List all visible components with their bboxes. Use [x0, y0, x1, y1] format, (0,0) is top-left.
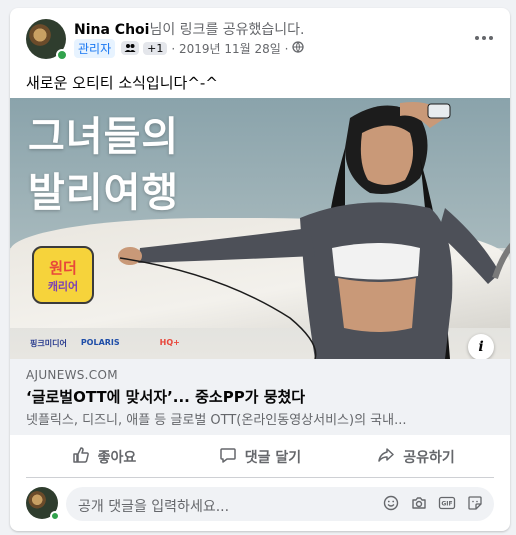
like-button[interactable]: 좋아요: [26, 439, 182, 475]
more-options-icon[interactable]: [470, 26, 498, 50]
post-meta: 관리자 +1 · 2019년 11월 28일 ·: [74, 38, 305, 58]
image-title-line1: 그녀들의: [28, 114, 180, 160]
show-logo: 원더 캐리어: [32, 246, 94, 304]
link-preview-image[interactable]: 그녀들의 발리여행 원더 캐리어 핑크미디어 POLARIS HQ+ i: [10, 98, 510, 359]
logo-line2: 캐리어: [47, 279, 79, 293]
thumbs-up-icon: [72, 446, 90, 468]
svg-text:GIF: GIF: [441, 501, 452, 508]
plus-count-badge[interactable]: +1: [143, 41, 168, 55]
comment-button[interactable]: 댓글 달기: [182, 439, 338, 475]
online-status-dot: [56, 49, 68, 61]
post-text: 새로운 오티티 소식입니다^-^: [26, 74, 218, 92]
globe-icon[interactable]: [292, 40, 305, 56]
admin-badge: 관리자: [74, 38, 116, 58]
speech-bubble-icon: [219, 446, 237, 468]
link-preview-meta[interactable]: AJUNEWS.COM ‘글로벌OTT에 맞서자’... 중소PP가 뭉쳤다 넷…: [10, 359, 510, 435]
share-action-text: 님이 링크를 공유했습니다.: [149, 22, 305, 38]
sponsor-2: POLARIS: [80, 338, 120, 347]
post-header: Nina Choi님이 링크를 공유했습니다. 관리자 +1 · 2019년 1…: [10, 8, 510, 66]
logo-line1: 원더: [49, 258, 77, 277]
group-icon[interactable]: [121, 41, 140, 55]
post-card: Nina Choi님이 링크를 공유했습니다. 관리자 +1 · 2019년 1…: [10, 8, 510, 531]
like-label: 좋아요: [97, 450, 137, 466]
current-user-online-dot: [50, 511, 60, 521]
sponsor-3: HQ+: [159, 338, 180, 347]
gif-icon[interactable]: GIF: [438, 494, 456, 512]
comment-placeholder: 공개 댓글을 입력하세요...: [78, 499, 230, 515]
link-title[interactable]: ‘글로벌OTT에 맞서자’... 중소PP가 뭉쳤다: [26, 386, 305, 407]
sponsor-1: 핑크미디어: [30, 339, 67, 348]
camera-icon[interactable]: [410, 494, 428, 512]
link-domain: AJUNEWS.COM: [26, 368, 118, 382]
actions-divider: [26, 477, 494, 478]
image-title-line2: 발리여행: [28, 170, 180, 216]
link-description: 넷플릭스, 디즈니, 애플 등 글로벌 OTT(온라인동영상서비스)의 국내..…: [26, 413, 407, 428]
author-name[interactable]: Nina Choi: [74, 22, 149, 38]
share-label: 공유하기: [403, 450, 455, 466]
post-actions: 좋아요 댓글 달기 공유하기: [26, 439, 494, 475]
comment-label: 댓글 달기: [244, 450, 302, 466]
sticker-icon[interactable]: [466, 494, 484, 512]
info-icon[interactable]: i: [468, 334, 494, 359]
comment-tools: GIF: [382, 494, 484, 512]
post-date[interactable]: · 2019년 11월 28일 ·: [171, 40, 288, 57]
comment-input[interactable]: 공개 댓글을 입력하세요... GIF: [66, 487, 494, 521]
post-header-line: Nina Choi님이 링크를 공유했습니다.: [74, 19, 305, 39]
share-button[interactable]: 공유하기: [338, 439, 494, 475]
emoji-icon[interactable]: [382, 494, 400, 512]
sponsor-logos: 핑크미디어 POLARIS HQ+: [30, 338, 180, 349]
comment-composer: 공개 댓글을 입력하세요... GIF: [10, 485, 510, 525]
share-arrow-icon: [377, 446, 395, 468]
